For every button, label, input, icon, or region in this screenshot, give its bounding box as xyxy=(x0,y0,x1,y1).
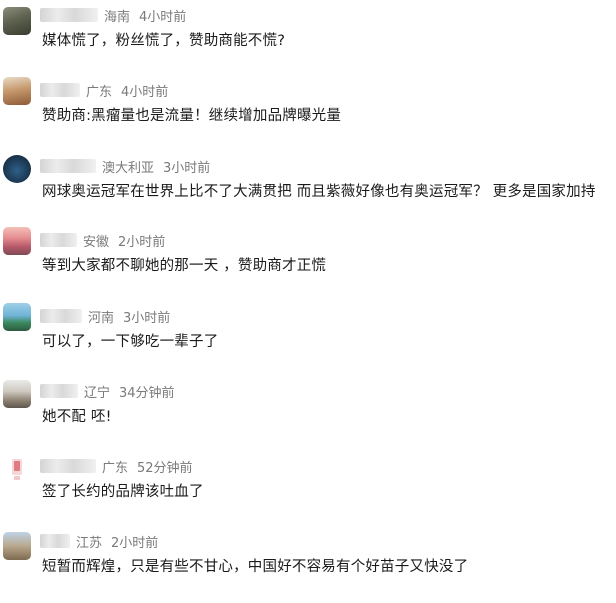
username-blurred xyxy=(40,83,80,97)
timestamp: 4小时前 xyxy=(121,84,169,100)
region-label: 江苏 xyxy=(76,535,103,551)
username-blurred xyxy=(40,534,70,548)
comment-meta: 澳大利亚 3小时前 xyxy=(40,156,210,176)
timestamp: 3小时前 xyxy=(123,310,171,326)
user-avatar[interactable] xyxy=(3,532,31,560)
comment-text: 她不配 呸! xyxy=(42,409,112,425)
comment-item: 海南 4小时前 媒体慌了，粉丝慌了，赞助商能不慌? xyxy=(0,2,616,77)
user-avatar[interactable] xyxy=(3,7,31,35)
region-label: 河南 xyxy=(88,310,115,326)
comment-meta: 安徽 2小时前 xyxy=(40,230,165,250)
comment-text: 短暂而辉煌，只是有些不甘心，中国好不容易有个好苗子又快没了 xyxy=(42,559,469,575)
user-avatar[interactable] xyxy=(3,303,31,331)
comment-meta: 河南 3小时前 xyxy=(40,306,170,326)
comment-item: 广东 52分钟前 签了长约的品牌该吐血了 xyxy=(0,453,616,528)
timestamp: 3小时前 xyxy=(163,160,211,176)
comment-text: 媒体慌了，粉丝慌了，赞助商能不慌? xyxy=(42,33,286,49)
comment-meta: 江苏 2小时前 xyxy=(40,531,158,551)
comment-text: 签了长约的品牌该吐血了 xyxy=(42,484,204,500)
comment-text: 可以了，一下够吃一辈子了 xyxy=(42,334,219,350)
comment-text: 网球奥运冠军在世界上比不了大满贯把 而且紫薇好像也有奥运冠军？ 更多是国家加持 xyxy=(42,184,596,200)
comment-meta: 广东 4小时前 xyxy=(40,80,168,100)
username-blurred xyxy=(40,8,98,22)
region-label: 广东 xyxy=(102,460,129,476)
username-blurred xyxy=(40,159,96,173)
comment-item: 河南 3小时前 可以了，一下够吃一辈子了 xyxy=(0,303,616,378)
user-avatar[interactable] xyxy=(3,155,31,183)
comment-item: 辽宁 34分钟前 她不配 呸! xyxy=(0,378,616,453)
comment-item: 广东 4小时前 赞助商:黑瘤量也是流量！继续增加品牌曝光量 xyxy=(0,77,616,152)
region-label: 澳大利亚 xyxy=(102,160,155,176)
timestamp: 4小时前 xyxy=(139,9,187,25)
username-blurred xyxy=(40,459,96,473)
region-label: 广东 xyxy=(86,84,113,100)
comment-meta: 海南 4小时前 xyxy=(40,5,186,25)
user-avatar[interactable] xyxy=(3,227,31,255)
comment-text: 等到大家都不聊她的那一天 ，赞助商才正慌 xyxy=(42,258,327,274)
username-blurred xyxy=(40,384,78,398)
comment-meta: 广东 52分钟前 xyxy=(40,456,193,476)
comment-item: 澳大利亚 3小时前 网球奥运冠军在世界上比不了大满贯把 而且紫薇好像也有奥运冠军… xyxy=(0,153,616,228)
comment-item: 安徽 2小时前 等到大家都不聊她的那一天 ，赞助商才正慌 xyxy=(0,227,616,302)
region-label: 安徽 xyxy=(83,234,110,250)
comment-meta: 辽宁 34分钟前 xyxy=(40,381,175,401)
timestamp: 52分钟前 xyxy=(137,460,193,476)
region-label: 海南 xyxy=(104,9,131,25)
comment-item: 江苏 2小时前 短暂而辉煌，只是有些不甘心，中国好不容易有个好苗子又快没了 xyxy=(0,528,616,603)
comment-text: 赞助商:黑瘤量也是流量！继续增加品牌曝光量 xyxy=(42,108,342,124)
region-label: 辽宁 xyxy=(84,385,111,401)
user-avatar[interactable] xyxy=(3,77,31,105)
user-avatar[interactable] xyxy=(3,380,31,408)
timestamp: 2小时前 xyxy=(118,234,166,250)
user-avatar[interactable] xyxy=(3,455,31,483)
avatar-image xyxy=(12,459,22,480)
username-blurred xyxy=(40,233,77,247)
timestamp: 34分钟前 xyxy=(119,385,175,401)
username-blurred xyxy=(40,309,82,323)
timestamp: 2小时前 xyxy=(111,535,159,551)
